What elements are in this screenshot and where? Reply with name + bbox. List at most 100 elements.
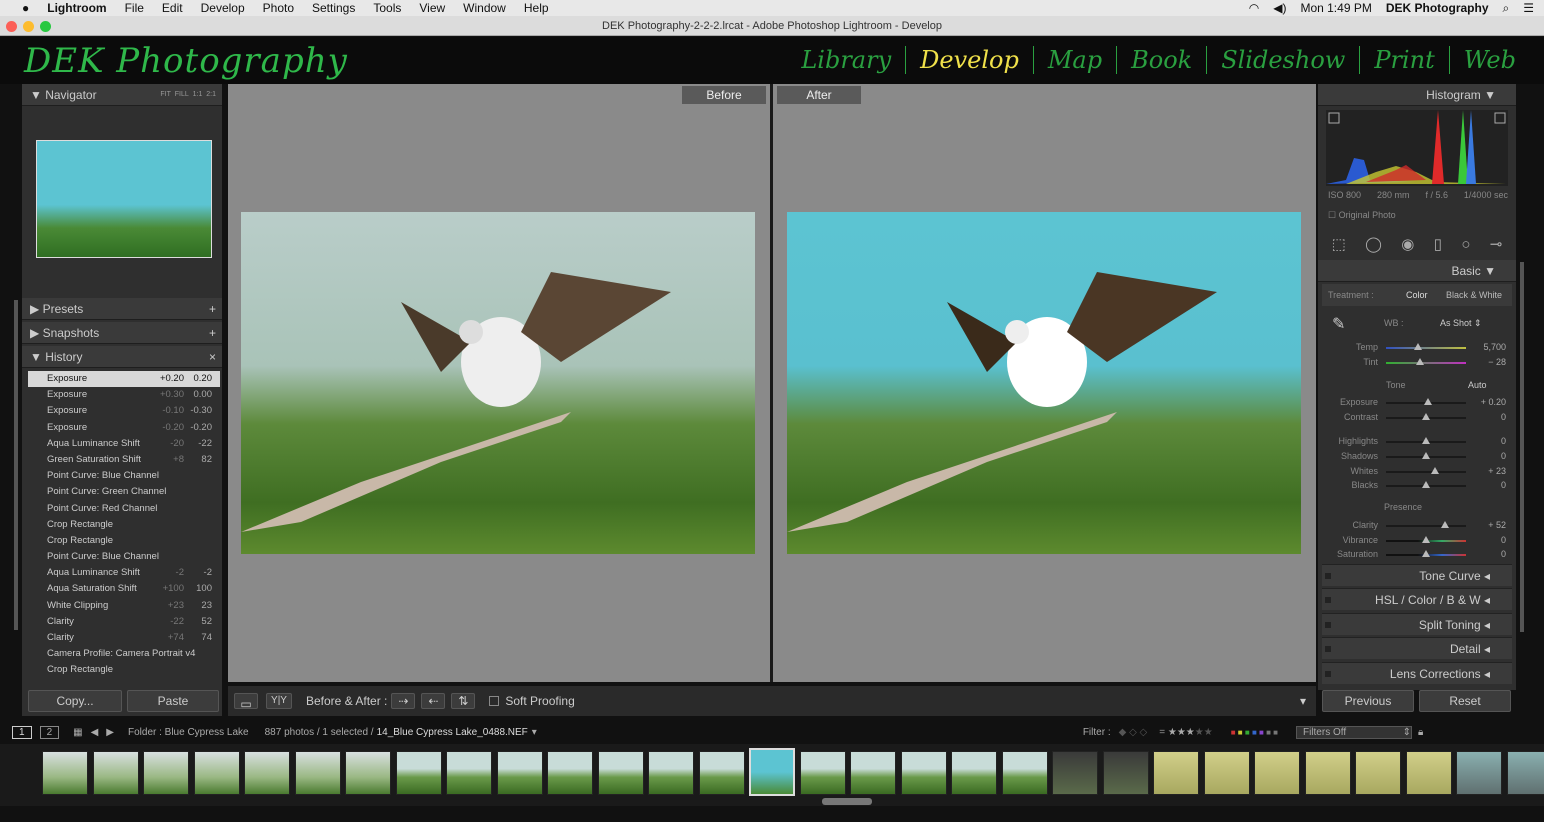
panel-section-1[interactable]: HSL / Color / B & W ◂ <box>1322 588 1512 611</box>
panel-section-4[interactable]: Lens Corrections ◂ <box>1322 661 1512 684</box>
add-preset-icon[interactable]: + <box>209 298 216 320</box>
slider-value[interactable]: 0 <box>1501 535 1506 545</box>
eyedropper-icon[interactable]: ✎ <box>1332 314 1345 334</box>
history-item[interactable]: Crop Rectangle <box>28 517 220 533</box>
history-item[interactable]: Green Saturation Shift +8 82 <box>28 452 220 468</box>
filmstrip-thumbnail[interactable] <box>850 751 896 795</box>
slider-value[interactable]: 0 <box>1501 436 1506 446</box>
history-item[interactable]: Aqua Luminance Shift -20 -22 <box>28 436 220 452</box>
history-item[interactable]: Exposure -0.20 -0.20 <box>28 420 220 436</box>
panel-toggle-switch[interactable] <box>1325 621 1331 628</box>
history-item[interactable]: Crop Rectangle <box>28 533 220 549</box>
clock[interactable]: Mon 1:49 PM <box>1300 1 1371 16</box>
navigator-preview[interactable] <box>36 140 212 258</box>
second-window-button[interactable]: 2 <box>39 725 60 739</box>
spot-removal-icon[interactable]: ◯ <box>1365 235 1382 253</box>
menu-photo[interactable]: Photo <box>263 1 294 15</box>
history-item[interactable]: Aqua Saturation Shift +100 100 <box>28 581 220 597</box>
slider-value[interactable]: 0 <box>1501 549 1506 559</box>
maximize-button[interactable] <box>40 21 51 32</box>
filmstrip-thumbnail[interactable] <box>143 751 189 795</box>
before-after-view-button[interactable]: Y|Y <box>266 693 292 709</box>
slider-highlights[interactable]: Highlights 0 <box>1322 434 1512 450</box>
menu-file[interactable]: File <box>125 1 144 15</box>
filmstrip-thumbnail[interactable] <box>648 751 694 795</box>
loupe-view-button[interactable]: ▭ <box>234 693 258 711</box>
history-item[interactable]: Point Curve: Blue Channel <box>28 468 220 484</box>
graduated-filter-icon[interactable]: ▯ <box>1434 235 1442 253</box>
slider-handle[interactable] <box>1423 398 1432 405</box>
filmstrip-thumbnail[interactable] <box>244 751 290 795</box>
history-item[interactable]: Exposure +0.20 0.20 <box>28 371 220 388</box>
rating-filter[interactable]: = ★★★★★ <box>1159 727 1212 738</box>
slider-value[interactable]: − 28 <box>1488 357 1506 367</box>
history-item[interactable]: Aqua Luminance Shift -2 -2 <box>28 565 220 581</box>
slider-contrast[interactable]: Contrast 0 <box>1322 410 1512 426</box>
filmstrip-thumbnail[interactable] <box>1405 751 1452 795</box>
filmstrip-thumbnail[interactable] <box>345 751 391 795</box>
slider-handle[interactable] <box>1430 467 1439 474</box>
slider-track[interactable] <box>1386 362 1466 364</box>
after-photo[interactable] <box>787 212 1301 554</box>
history-item[interactable]: Point Curve: Green Channel <box>28 484 220 500</box>
original-photo-toggle[interactable]: ☐ Original Photo <box>1328 210 1396 221</box>
module-map[interactable]: Map <box>1032 46 1116 74</box>
history-item[interactable]: White Clipping +23 23 <box>28 598 220 614</box>
menu-view[interactable]: View <box>419 1 445 15</box>
history-item[interactable]: Crop Rectangle <box>28 662 220 678</box>
filmstrip-thumbnail[interactable] <box>42 751 88 795</box>
zoom-fit[interactable]: FIT <box>160 91 171 98</box>
slider-blacks[interactable]: Blacks 0 <box>1322 478 1512 494</box>
history-item[interactable]: Clarity +74 74 <box>28 630 220 646</box>
volume-icon[interactable]: ◀) <box>1273 1 1286 16</box>
user-name[interactable]: DEK Photography <box>1386 1 1489 16</box>
swap-icon[interactable]: ⇅ <box>451 693 476 709</box>
before-photo[interactable] <box>241 212 755 554</box>
filmstrip-thumbnail[interactable] <box>1506 751 1544 795</box>
treatment-bw[interactable]: Black & White <box>1446 284 1502 306</box>
main-window-button[interactable]: 1 <box>12 725 32 739</box>
filmstrip-thumbnail[interactable] <box>597 751 644 795</box>
filmstrip-thumbnail[interactable] <box>294 751 341 795</box>
forward-arrow-icon[interactable]: ▶ <box>106 727 114 738</box>
navigator-header[interactable]: ▼ Navigator FIT FILL 1:1 2:1 <box>22 84 222 106</box>
close-button[interactable] <box>6 21 17 32</box>
right-scrollbar[interactable] <box>1520 262 1524 632</box>
flag-filter-icons[interactable]: ◆ ◇ ◇ <box>1119 727 1148 738</box>
filmstrip-thumbnail[interactable] <box>395 751 442 795</box>
copy-after-to-before-icon[interactable]: ⇠ <box>421 693 446 709</box>
radial-filter-icon[interactable]: ○ <box>1461 236 1470 253</box>
menu-window[interactable]: Window <box>463 1 506 15</box>
history-header[interactable]: ▼ History × <box>22 346 222 368</box>
filmstrip-thumbnail[interactable] <box>1203 751 1250 795</box>
slider-handle[interactable] <box>1422 536 1430 543</box>
module-web[interactable]: Web <box>1448 46 1530 74</box>
left-scrollbar[interactable] <box>14 300 18 630</box>
wifi-icon[interactable]: ◠ <box>1249 1 1259 16</box>
menu-settings[interactable]: Settings <box>312 1 355 15</box>
reset-button[interactable]: Reset <box>1419 690 1511 712</box>
panel-toggle-switch[interactable] <box>1325 646 1331 653</box>
filename-dropdown-icon[interactable]: ▾ <box>532 727 537 738</box>
filmstrip-thumbnail[interactable] <box>749 748 795 796</box>
slider-shadows[interactable]: Shadows 0 <box>1322 449 1512 465</box>
filmstrip-thumbnail[interactable] <box>799 751 846 795</box>
slider-handle[interactable] <box>1422 437 1430 444</box>
panel-section-2[interactable]: Split Toning ◂ <box>1322 612 1512 635</box>
slider-temp[interactable]: Temp 5,700 <box>1322 340 1512 356</box>
module-library[interactable]: Library <box>787 46 905 74</box>
slider-handle[interactable] <box>1415 358 1424 365</box>
menu-tools[interactable]: Tools <box>373 1 401 15</box>
apple-icon[interactable]: ● <box>22 1 29 15</box>
filename[interactable]: 14_Blue Cypress Lake_0488.NEF <box>377 727 528 738</box>
slider-track[interactable] <box>1386 471 1466 473</box>
zoom-fill[interactable]: FILL <box>175 91 189 98</box>
crop-icon[interactable]: ⬚ <box>1332 235 1346 253</box>
panel-toggle-switch[interactable] <box>1325 597 1331 604</box>
history-item[interactable]: Exposure +0.30 0.00 <box>28 387 220 403</box>
filmstrip-thumbnail[interactable] <box>1001 751 1048 795</box>
menu-app[interactable]: Lightroom <box>47 1 106 15</box>
treatment-color[interactable]: Color <box>1406 284 1428 306</box>
filmstrip-thumbnail[interactable] <box>1456 751 1502 795</box>
adjustment-brush-icon[interactable]: ⊸ <box>1490 235 1503 253</box>
